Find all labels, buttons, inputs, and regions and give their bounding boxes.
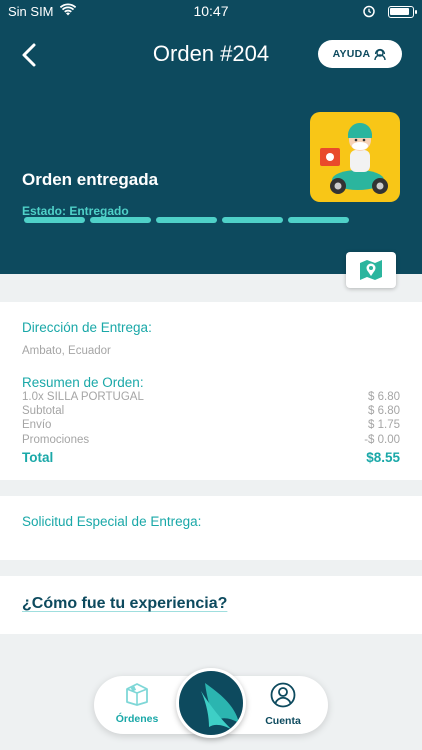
status-bar: Sin SIM 10:47 (0, 0, 422, 24)
alarm-icon (362, 4, 376, 21)
box-icon (126, 683, 148, 706)
summary-row-value: $ 6.80 (368, 405, 400, 417)
summary-row: Subtotal $ 6.80 (22, 405, 400, 417)
order-details-card: Dirección de Entrega: Ambato, Ecuador Re… (0, 302, 422, 480)
progress-step (222, 217, 283, 223)
special-request-title: Solicitud Especial de Entrega: (22, 514, 202, 529)
summary-row: 1.0x SILLA PORTUGAL $ 6.80 (22, 391, 400, 403)
rate-experience-link[interactable]: ¿Cómo fue tu experiencia? (22, 595, 227, 613)
summary-row-label: Envío (22, 419, 52, 431)
user-icon (270, 682, 296, 708)
help-label: AYUDA (332, 48, 371, 60)
map-icon (360, 260, 382, 280)
progress-step (288, 217, 349, 223)
summary-total-row: Total $8.55 (22, 450, 400, 465)
clock: 10:47 (193, 3, 229, 19)
order-summary-title: Resumen de Orden: (22, 375, 144, 390)
map-button[interactable] (346, 252, 396, 288)
total-value: $8.55 (366, 450, 400, 465)
experience-card: ¿Cómo fue tu experiencia? (0, 576, 422, 634)
summary-row-label: Subtotal (22, 405, 65, 417)
order-progress (24, 217, 349, 223)
order-state-title: Orden entregada (22, 170, 159, 189)
progress-step (156, 217, 217, 223)
battery-icon (388, 6, 417, 18)
help-button[interactable]: AYUDA (318, 40, 402, 68)
summary-row-value: $ 6.80 (368, 391, 400, 403)
order-status-label: Estado: Entregado (22, 204, 129, 218)
delivery-illustration (310, 112, 400, 202)
tab-account[interactable]: Cuenta (248, 682, 318, 727)
delivery-address-title: Dirección de Entrega: (22, 320, 152, 335)
home-center-button[interactable] (176, 668, 246, 738)
progress-step (24, 217, 85, 223)
total-label: Total (22, 450, 54, 465)
progress-step (90, 217, 151, 223)
summary-row-value: $ 1.75 (368, 419, 400, 431)
tab-orders[interactable]: Órdenes (102, 682, 172, 725)
summary-row: Envío $ 1.75 (22, 419, 400, 431)
headset-icon (374, 48, 387, 61)
special-request-card[interactable]: Solicitud Especial de Entrega: (0, 496, 422, 560)
summary-row-label: 1.0x SILLA PORTUGAL (22, 391, 144, 403)
summary-row: Promociones -$ 0.00 (22, 434, 400, 446)
tab-account-label: Cuenta (265, 715, 301, 727)
summary-row-value: -$ 0.00 (364, 434, 400, 446)
delivery-address: Ambato, Ecuador (22, 345, 111, 357)
tab-orders-label: Órdenes (115, 713, 159, 725)
summary-row-label: Promociones (22, 434, 90, 446)
order-header: Orden #204 AYUDA Orden entregada Estado:… (0, 24, 422, 288)
